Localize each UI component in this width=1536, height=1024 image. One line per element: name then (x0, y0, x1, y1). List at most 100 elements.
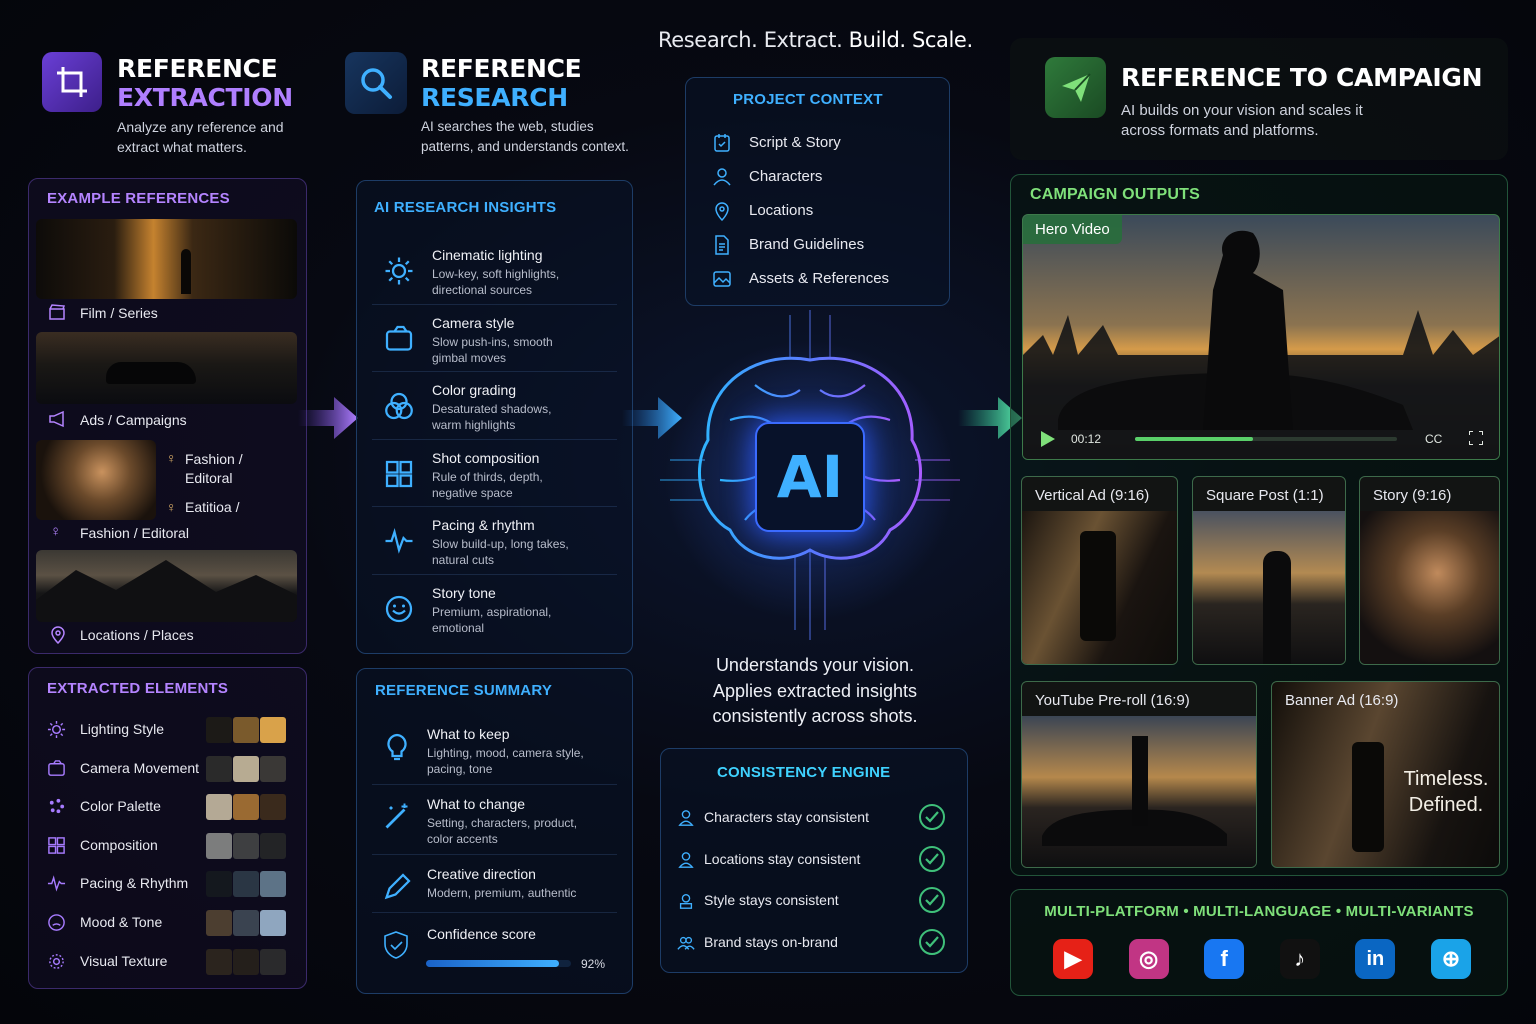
fashion-reference-image (36, 440, 156, 520)
element-swatch-0-0 (206, 717, 232, 743)
group-icon (677, 934, 695, 952)
engine-item-3: Brand stays on-brand (704, 933, 838, 950)
youtube-icon[interactable]: ▶ (1053, 939, 1093, 979)
pulse-icon (47, 874, 66, 893)
element-swatch-6-0 (206, 948, 232, 975)
banner-ad-label: Banner Ad (16:9) (1285, 692, 1399, 709)
element-label-1: Camera Movement (80, 759, 200, 776)
project-context-title: PROJECT CONTEXT (733, 91, 883, 108)
crop-icon (42, 52, 102, 112)
story-tile[interactable]: Story (9:16) (1359, 476, 1500, 665)
element-swatch-6-1 (233, 948, 259, 975)
sun-icon (47, 720, 66, 739)
confidence-value: 92% (581, 957, 606, 971)
engine-item-0: Characters stay consistent (704, 809, 869, 825)
linkedin-icon[interactable]: in (1355, 939, 1396, 979)
megaphone-icon (48, 410, 68, 428)
element-swatch-3-1 (233, 832, 259, 859)
ai-badge: AI (755, 422, 865, 532)
globe-icon[interactable]: ⊕ (1431, 939, 1471, 979)
captions-button[interactable]: CC (1425, 431, 1442, 447)
video-progress-track[interactable] (1135, 437, 1397, 441)
person-icon (677, 851, 695, 869)
hero-video-player[interactable]: Hero Video 00:12 CC (1022, 214, 1500, 460)
check-icon (919, 804, 945, 830)
dress-icon-2: ♀ (166, 499, 177, 515)
element-swatch-5-0 (206, 910, 232, 936)
element-label-0: Lighting Style (80, 721, 165, 737)
color-grading-icon (384, 391, 414, 421)
insight-title-3: Shot composition (432, 449, 540, 466)
tiktok-icon[interactable]: ♪ (1279, 939, 1320, 979)
map-pin-icon (50, 626, 66, 645)
instagram-icon[interactable]: ◎ (1128, 939, 1169, 979)
banner-ad-tile[interactable]: Banner Ad (16:9) Timeless. Defined. (1271, 681, 1500, 868)
element-swatch-2-0 (206, 794, 232, 821)
extracted-elements-title: EXTRACTED ELEMENTS (47, 680, 229, 697)
element-swatch-3-0 (206, 832, 232, 859)
vertical-ad-image (1022, 511, 1177, 664)
element-swatch-4-0 (206, 871, 232, 898)
example-locations: Locations / Places (80, 627, 194, 643)
multi-platform-title: MULTI-PLATFORM • MULTI-LANGUAGE • MULTI-… (1044, 903, 1474, 920)
insight-divider-4 (372, 506, 617, 508)
dress-icon-3: ♀ (50, 523, 62, 540)
extraction-title: REFERENCE EXTRACTION (117, 54, 293, 112)
element-label-3: Composition (80, 836, 158, 853)
film-reference-image (36, 219, 297, 299)
characters-icon (712, 167, 732, 187)
video-progress-fill (1135, 437, 1253, 441)
ai-caption: Understands your vision. Applies extract… (712, 655, 918, 726)
research-insights-title: AI RESEARCH INSIGHTS (374, 199, 557, 216)
engine-item-2: Style stays consistent (704, 892, 839, 908)
insight-divider-1 (372, 303, 617, 305)
insight-title-1: Camera style (432, 314, 515, 331)
style-icon (677, 892, 695, 910)
research-title: REFERENCE RESEARCH (421, 54, 582, 112)
insight-title-4: Pacing & rhythm (432, 517, 535, 534)
fashion-overlay-2: Eatitioa / (185, 499, 240, 515)
extraction-subtitle: Analyze any reference and extract what m… (117, 119, 284, 155)
element-swatch-2-1 (233, 794, 259, 821)
summary-divider-3 (372, 912, 617, 913)
insight-title-2: Color grading (432, 382, 517, 399)
script-icon (712, 133, 732, 153)
element-swatch-5-1 (233, 910, 259, 936)
tagline: Research. Extract. Build. Scale. (658, 28, 973, 52)
camera-icon (47, 759, 66, 778)
element-swatch-1-1 (233, 755, 259, 782)
check-icon (919, 928, 945, 955)
fashion-overlay-1: Fashion / Editoral (185, 451, 243, 486)
facebook-icon[interactable]: f (1204, 939, 1245, 979)
insight-desc-3: Rule of thirds, depth, negative space (432, 469, 543, 500)
palette-icon (47, 797, 66, 816)
youtube-preroll-tile[interactable]: YouTube Pre-roll (16:9) (1021, 681, 1257, 868)
extracted-elements-panel (28, 667, 307, 989)
document-icon (712, 235, 732, 255)
vertical-ad-tile[interactable]: Vertical Ad (9:16) (1021, 476, 1178, 665)
summary-title-0: What to keep (427, 726, 510, 742)
square-post-image (1193, 511, 1345, 664)
research-subtitle: AI searches the web, studies patterns, a… (421, 119, 629, 154)
clapperboard-icon (48, 303, 66, 321)
play-icon[interactable] (1041, 431, 1055, 447)
texture-icon (47, 952, 66, 971)
flow-arrow-1 (298, 393, 360, 448)
insight-desc-0: Low-key, soft highlights, directional so… (432, 267, 560, 297)
insight-desc-4: Slow build-up, long takes, natural cuts (432, 537, 569, 568)
element-swatch-3-2 (260, 832, 286, 859)
ai-brain-graphic: AI (660, 310, 960, 650)
mood-icon (47, 913, 66, 932)
square-post-tile[interactable]: Square Post (1:1) (1192, 476, 1346, 665)
fullscreen-icon[interactable] (1468, 430, 1484, 446)
vertical-ad-label: Vertical Ad (9:16) (1035, 487, 1150, 504)
camera-icon (384, 324, 414, 354)
check-icon (919, 887, 945, 913)
element-swatch-4-2 (260, 871, 286, 898)
confidence-bar-track (426, 960, 571, 967)
insight-divider-2 (372, 371, 617, 373)
example-film: Film / Series (80, 305, 158, 321)
grid-icon (384, 459, 414, 489)
banner-ad-headline: Timeless. Defined. (1403, 768, 1489, 816)
element-label-2: Color Palette (80, 798, 161, 815)
